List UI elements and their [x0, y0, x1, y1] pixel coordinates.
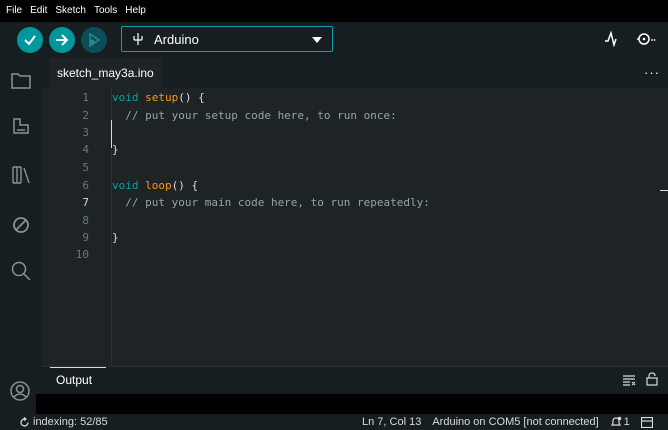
menu-file[interactable]: File — [0, 0, 26, 22]
code-keyword: void — [112, 91, 139, 104]
line-number-active: 7 — [82, 196, 89, 209]
line-number: 3 — [82, 126, 89, 139]
line-number: 8 — [82, 214, 89, 227]
code-line: } — [112, 231, 119, 244]
search-icon[interactable] — [10, 260, 32, 282]
folder-icon[interactable] — [10, 70, 32, 92]
output-title[interactable]: Output — [56, 373, 92, 387]
serial-plotter-icon[interactable] — [604, 31, 620, 47]
upload-button[interactable] — [49, 27, 75, 53]
code-editor[interactable]: 1 2 3 4 5 6 7 8 9 10 void setup() { // p… — [42, 88, 662, 366]
line-number: 5 — [82, 161, 89, 174]
code-function: loop — [145, 179, 172, 192]
debug-icon — [89, 32, 101, 48]
cursor-position[interactable]: Ln 7, Col 13 — [362, 414, 421, 430]
code-keyword: void — [112, 179, 139, 192]
line-number: 2 — [82, 109, 89, 122]
lock-icon[interactable] — [646, 372, 658, 386]
more-actions-button[interactable]: ··· — [644, 65, 660, 80]
library-manager-icon[interactable] — [10, 164, 32, 186]
tab-sketch[interactable]: sketch_may3a.ino — [49, 58, 162, 88]
menu-help[interactable]: Help — [121, 0, 150, 22]
check-icon — [24, 35, 36, 46]
line-number: 4 — [82, 143, 89, 156]
code-line: void setup() { — [112, 91, 205, 104]
line-number: 9 — [82, 231, 89, 244]
output-console[interactable] — [36, 394, 668, 414]
toggle-panel-icon[interactable] — [640, 416, 653, 428]
indent-guide — [111, 120, 112, 148]
verify-button[interactable] — [17, 27, 43, 53]
line-number: 10 — [75, 248, 89, 261]
code-line: void loop() { — [112, 179, 199, 192]
menu-edit[interactable]: Edit — [26, 0, 51, 22]
boards-manager-icon[interactable] — [10, 116, 32, 138]
code-function: setup — [145, 91, 179, 104]
status-bar: indexing: 52/85 Ln 7, Col 13 Arduino on … — [0, 414, 668, 430]
sync-icon — [20, 416, 29, 427]
debug-off-icon[interactable] — [10, 214, 32, 236]
sidebar — [0, 58, 42, 414]
notification-count: 1 — [623, 416, 630, 428]
chevron-down-icon — [312, 37, 322, 43]
menu-bar: File Edit Sketch Tools Help — [0, 0, 668, 22]
code-comment: // put your setup code here, to run once… — [112, 109, 397, 122]
code-comment: // put your main code here, to run repea… — [112, 196, 430, 209]
line-number: 6 — [82, 179, 89, 192]
menu-tools[interactable]: Tools — [90, 0, 121, 22]
line-number-gutter: 1 2 3 4 5 6 7 8 9 10 — [42, 88, 112, 366]
serial-monitor-icon[interactable] — [636, 31, 656, 47]
board-status[interactable]: Arduino on COM5 [not connected] — [432, 414, 598, 430]
indexing-status: indexing: 52/85 — [19, 414, 108, 430]
board-selector[interactable]: Arduino — [121, 26, 333, 52]
scrollbar-marker[interactable] — [660, 190, 668, 191]
output-tab-indicator — [50, 367, 106, 368]
status-right: Ln 7, Col 13 Arduino on COM5 [not connec… — [362, 414, 653, 430]
output-panel-header: Output — [42, 366, 668, 394]
bell-icon[interactable] — [610, 416, 622, 428]
toolbar: Arduino — [0, 22, 668, 58]
code-line: } — [112, 143, 119, 156]
clear-output-icon[interactable] — [622, 374, 636, 386]
usb-icon — [133, 33, 143, 45]
board-name: Arduino — [154, 32, 199, 47]
indexing-text: indexing: 52/85 — [33, 416, 108, 428]
line-number: 1 — [82, 91, 89, 104]
account-icon[interactable] — [9, 380, 31, 402]
arrow-right-icon — [56, 34, 69, 46]
tab-bar: sketch_may3a.ino ··· — [42, 58, 668, 88]
debug-button[interactable] — [81, 27, 107, 53]
menu-sketch[interactable]: Sketch — [51, 0, 90, 22]
